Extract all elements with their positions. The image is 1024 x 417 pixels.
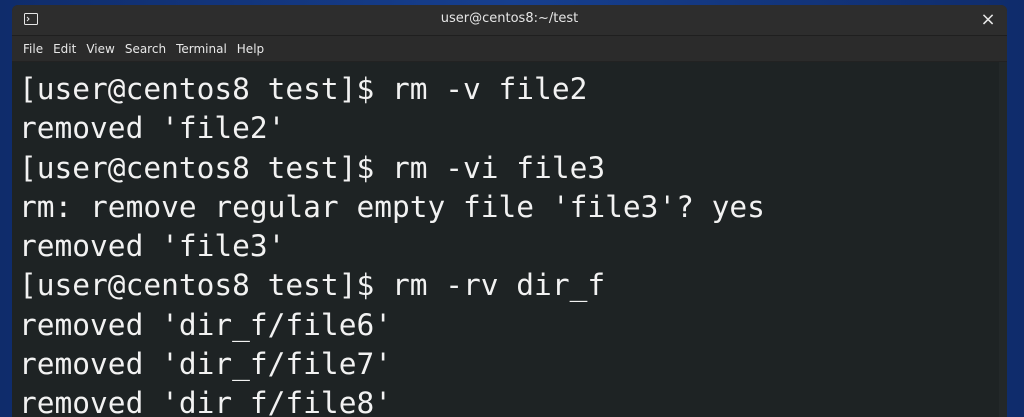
menu-edit[interactable]: Edit [48,42,81,56]
terminal-line: [user@centos8 test]$ rm -vi file3 [19,150,606,185]
terminal-line: removed 'dir_f/file8' [19,386,392,417]
menu-search[interactable]: Search [120,42,171,56]
desktop-background: user@centos8:~/test × File Edit View Sea… [0,0,1024,417]
terminal-line: [user@centos8 test]$ rm -v file2 [19,72,588,106]
menu-help[interactable]: Help [232,42,269,56]
terminal-line: removed 'file2' [19,111,286,146]
terminal-line: removed 'file3' [19,229,286,264]
menu-view[interactable]: View [81,42,119,56]
menu-file[interactable]: File [18,42,48,56]
menu-terminal[interactable]: Terminal [171,42,232,56]
terminal-line: [user@centos8 test]$ rm -rv dir_f [19,268,606,303]
terminal-scrollbar[interactable] [999,62,1007,417]
terminal-window: user@centos8:~/test × File Edit View Sea… [12,5,1007,417]
terminal-line: removed 'dir_f/file7' [19,347,392,382]
menu-bar: File Edit View Search Terminal Help [12,36,1007,62]
close-icon[interactable]: × [977,9,999,31]
window-title: user@centos8:~/test [440,11,579,26]
terminal-line: removed 'dir_f/file6' [19,307,392,342]
terminal-line: rm: remove regular empty file 'file3'? y… [19,189,765,224]
title-bar[interactable]: user@centos8:~/test × [12,5,1007,36]
terminal-output[interactable]: [user@centos8 test]$ rm -v file2 removed… [12,62,1007,417]
